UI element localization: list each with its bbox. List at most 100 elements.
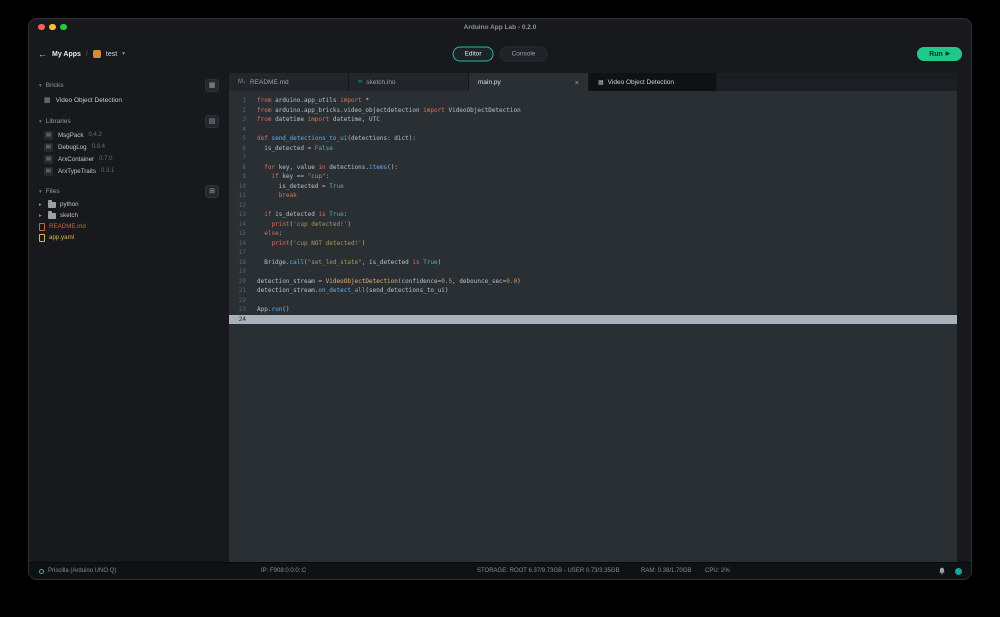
line-content: from arduino.app_bricks.video_objectdete… xyxy=(253,106,521,116)
line-number: 10 xyxy=(229,182,253,192)
section-files-header[interactable]: ▾ Files ⊞ xyxy=(39,184,219,199)
section-libraries-header[interactable]: ▾ Libraries ▤ xyxy=(39,114,219,129)
file-tree-item-app-yaml[interactable]: app.yaml xyxy=(39,232,219,243)
sidebar-item-library[interactable]: ▤DebugLog0.8.4 xyxy=(39,141,219,153)
code-token: "set_led_state" xyxy=(308,259,362,266)
line-content: if key == "cup": xyxy=(253,172,329,182)
run-button[interactable]: Run ▶ xyxy=(917,47,962,61)
code-line-7[interactable]: 7 xyxy=(229,153,957,163)
view-toggle: Editor Console xyxy=(453,47,548,62)
code-token: if xyxy=(271,173,278,180)
tab-sketch-ino[interactable]: ∞sketch.ino xyxy=(349,73,469,91)
code-line-20[interactable]: 20detection_stream = VideoObjectDetectio… xyxy=(229,277,957,287)
sidebar-item-library[interactable]: ▤ArxTypeTraits0.3.1 xyxy=(39,165,219,177)
line-number: 20 xyxy=(229,277,253,287)
tab-main-py[interactable]: main.py× xyxy=(469,73,589,91)
chevron-right-icon: ▸ xyxy=(39,213,44,219)
zoom-window-icon[interactable] xyxy=(60,24,67,31)
code-line-18[interactable]: 18 Bridge.call("set_led_state", is_detec… xyxy=(229,258,957,268)
folder-label: python xyxy=(60,201,79,208)
section-files: ▾ Files ⊞ ▸python▸sketchREADME.mdapp.yam… xyxy=(39,184,219,243)
cpu-status: CPU: 2% xyxy=(705,568,730,574)
code-token: arduino.app_utils xyxy=(271,97,340,104)
main-area: ▾ Bricks ▦ ▦Video Object Detection ▾ Lib… xyxy=(29,73,971,562)
file-tree-item-python[interactable]: ▸python xyxy=(39,199,219,210)
sidebar-item-library[interactable]: ▤MsgPack0.4.2 xyxy=(39,129,219,141)
connection-status-icon[interactable] xyxy=(955,568,962,575)
line-number: 17 xyxy=(229,248,253,258)
bricks-action-button[interactable]: ▦ xyxy=(205,79,219,92)
code-line-15[interactable]: 15 else: xyxy=(229,229,957,239)
library-name: MsgPack xyxy=(58,132,83,139)
code-token: 0.0 xyxy=(506,278,517,285)
code-line-13[interactable]: 13 if is_detected is True: xyxy=(229,210,957,220)
tab-editor[interactable]: Editor xyxy=(453,47,494,62)
files-action-button[interactable]: ⊞ xyxy=(205,185,219,198)
brick-label: Video Object Detection xyxy=(56,97,122,104)
code-line-8[interactable]: 8 for key, value in detections.items(): xyxy=(229,163,957,173)
code-token: * xyxy=(362,97,369,104)
breadcrumb-my-apps[interactable]: My Apps xyxy=(52,51,81,58)
code-token: () xyxy=(282,306,289,313)
sidebar-item-brick[interactable]: ▦Video Object Detection xyxy=(39,93,219,107)
code-line-14[interactable]: 14 print('cup detected!') xyxy=(229,220,957,230)
code-line-10[interactable]: 10 is_detected = True xyxy=(229,182,957,192)
code-line-17[interactable]: 17 xyxy=(229,248,957,258)
app-icon xyxy=(93,50,101,58)
code-line-21[interactable]: 21detection_stream.on_detect_all(send_de… xyxy=(229,286,957,296)
code-token: , is_detected xyxy=(362,259,413,266)
tab-readme-md[interactable]: M↓README.md xyxy=(229,73,349,91)
line-content: print('cup detected!') xyxy=(253,220,351,230)
code-line-11[interactable]: 11 break xyxy=(229,191,957,201)
section-label: Libraries xyxy=(46,118,71,125)
code-line-24[interactable]: 24 xyxy=(229,315,957,325)
tab-video-object-detection[interactable]: ▦Video Object Detection xyxy=(589,73,717,91)
section-bricks-header[interactable]: ▾ Bricks ▦ xyxy=(39,78,219,93)
code-line-4[interactable]: 4 xyxy=(229,125,957,135)
code-token: is xyxy=(412,259,419,266)
code-editor[interactable]: 1from arduino.app_utils import *2from ar… xyxy=(229,91,957,562)
code-line-16[interactable]: 16 print('cup NOT detected!') xyxy=(229,239,957,249)
line-number: 12 xyxy=(229,201,253,211)
code-line-5[interactable]: 5def send_detections_to_ui(detections: d… xyxy=(229,134,957,144)
code-line-9[interactable]: 9 if key == "cup": xyxy=(229,172,957,182)
code-line-23[interactable]: 23App.run() xyxy=(229,305,957,315)
tab-console[interactable]: Console xyxy=(500,47,548,62)
sidebar-item-library[interactable]: ▤ArxContainer0.7.0 xyxy=(39,153,219,165)
library-name: ArxTypeTraits xyxy=(58,168,96,175)
code-token: print xyxy=(271,221,289,228)
chevron-down-icon[interactable]: ▾ xyxy=(122,51,125,57)
code-token: : xyxy=(344,211,348,218)
line-number: 11 xyxy=(229,191,253,201)
current-app-name[interactable]: test xyxy=(106,51,117,58)
file-tree-item-readme-md[interactable]: README.md xyxy=(39,221,219,232)
code-line-12[interactable]: 12 xyxy=(229,201,957,211)
close-window-icon[interactable] xyxy=(38,24,45,31)
line-content: App.run() xyxy=(253,305,290,315)
bell-icon[interactable] xyxy=(938,567,946,575)
code-line-1[interactable]: 1from arduino.app_utils import * xyxy=(229,96,957,106)
line-content xyxy=(253,296,257,306)
code-line-22[interactable]: 22 xyxy=(229,296,957,306)
line-content: for key, value in detections.items(): xyxy=(253,163,398,173)
code-token: (): xyxy=(387,164,398,171)
line-number: 14 xyxy=(229,220,253,230)
code-token: True xyxy=(329,183,343,190)
code-token: : xyxy=(279,230,283,237)
file-icon xyxy=(39,223,45,231)
code-token: False xyxy=(315,145,333,152)
code-line-6[interactable]: 6 is_detected = False xyxy=(229,144,957,154)
grid-icon: ▦ xyxy=(598,79,604,86)
minimize-window-icon[interactable] xyxy=(49,24,56,31)
code-line-3[interactable]: 3from datetime import datetime, UTC xyxy=(229,115,957,125)
close-icon[interactable]: × xyxy=(575,78,579,87)
code-line-19[interactable]: 19 xyxy=(229,267,957,277)
libraries-action-button[interactable]: ▤ xyxy=(205,115,219,128)
back-arrow-icon[interactable]: ← xyxy=(38,49,47,59)
code-token: (confidence= xyxy=(398,278,441,285)
code-line-2[interactable]: 2from arduino.app_bricks.video_objectdet… xyxy=(229,106,957,116)
file-tree-item-sketch[interactable]: ▸sketch xyxy=(39,210,219,221)
line-content: else: xyxy=(253,229,282,239)
device-status[interactable]: Priscilla (Arduino UNO Q) xyxy=(39,568,116,574)
code-token: import xyxy=(423,107,445,114)
